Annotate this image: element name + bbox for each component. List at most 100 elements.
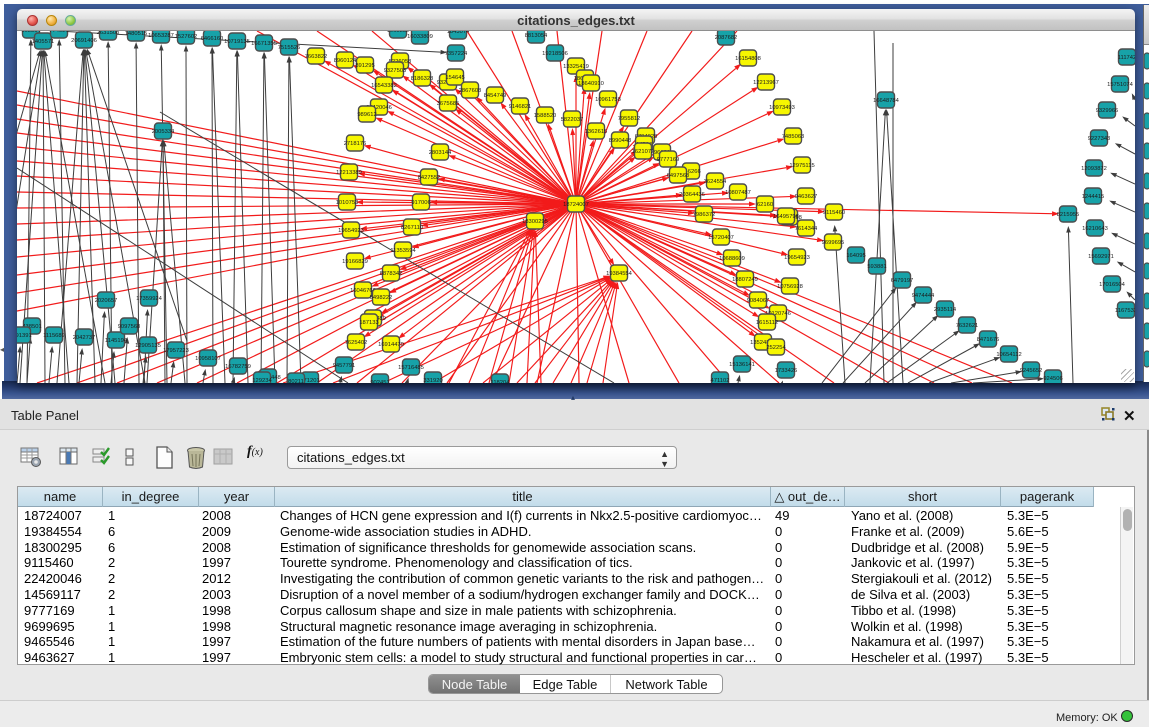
svg-text:16782759: 16782759 xyxy=(225,364,251,370)
svg-text:16210643: 16210643 xyxy=(1082,226,1108,232)
svg-text:17359924: 17359924 xyxy=(136,296,163,302)
svg-text:15136141: 15136141 xyxy=(729,362,755,368)
svg-text:18807249: 18807249 xyxy=(732,277,758,283)
svg-text:1115689: 1115689 xyxy=(43,333,65,339)
svg-text:10973493: 10973493 xyxy=(769,105,795,111)
svg-text:17016504: 17016504 xyxy=(1099,282,1126,288)
svg-text:6497568: 6497568 xyxy=(667,173,690,179)
svg-text:9457791: 9457791 xyxy=(333,363,356,369)
svg-text:7955812: 7955812 xyxy=(618,116,641,122)
svg-text:9245652: 9245652 xyxy=(1020,368,1043,374)
svg-text:1244415: 1244415 xyxy=(1082,194,1105,200)
svg-text:187133: 187133 xyxy=(359,320,378,326)
svg-text:16648784: 16648784 xyxy=(873,98,900,104)
svg-text:15751074: 15751074 xyxy=(1107,82,1134,88)
svg-text:15692971: 15692971 xyxy=(1088,254,1114,260)
svg-text:13325419: 13325419 xyxy=(563,64,589,70)
svg-text:10961758: 10961758 xyxy=(595,97,621,103)
svg-text:20691406: 20691406 xyxy=(71,38,97,44)
svg-text:12213389: 12213389 xyxy=(336,170,362,176)
svg-text:1733426: 1733426 xyxy=(775,368,798,374)
svg-text:5822037: 5822037 xyxy=(561,117,584,123)
svg-text:10688609: 10688609 xyxy=(719,256,745,262)
svg-text:252254: 252254 xyxy=(766,345,786,351)
svg-text:129234: 129234 xyxy=(252,378,272,383)
svg-text:391391: 391391 xyxy=(17,333,32,339)
svg-text:10958107: 10958107 xyxy=(195,356,221,362)
svg-text:2718176: 2718176 xyxy=(344,141,367,147)
svg-text:19654923: 19654923 xyxy=(338,228,364,234)
svg-text:111742: 111742 xyxy=(1118,55,1135,61)
svg-text:20364436: 20364436 xyxy=(679,192,705,198)
svg-text:7986372: 7986372 xyxy=(693,212,716,218)
svg-text:1480515: 1480515 xyxy=(125,31,148,37)
svg-text:9777169: 9777169 xyxy=(657,157,680,163)
svg-text:2042737: 2042737 xyxy=(73,335,96,341)
svg-text:8960124: 8960124 xyxy=(334,58,357,64)
svg-text:19654923: 19654923 xyxy=(784,255,810,261)
svg-text:154645: 154645 xyxy=(445,75,464,81)
svg-text:8813054: 8813054 xyxy=(525,33,548,39)
svg-text:989612: 989612 xyxy=(357,112,376,118)
svg-text:9329966: 9329966 xyxy=(1096,108,1119,114)
svg-text:8454749: 8454749 xyxy=(484,93,507,99)
svg-text:9474444: 9474444 xyxy=(912,293,935,299)
svg-text:1010753: 1010753 xyxy=(336,200,359,206)
svg-text:1167533: 1167533 xyxy=(1115,308,1135,314)
svg-text:7663822: 7663822 xyxy=(305,54,328,60)
svg-text:2935114: 2935114 xyxy=(934,307,957,313)
svg-text:19166829: 19166829 xyxy=(342,259,368,265)
svg-text:1588520: 1588520 xyxy=(534,113,557,119)
svg-text:902451: 902451 xyxy=(370,380,389,383)
svg-text:8427552: 8427552 xyxy=(418,175,441,181)
svg-text:16914479: 16914479 xyxy=(378,342,404,348)
svg-text:12975115: 12975115 xyxy=(789,163,814,169)
svg-text:7632621: 7632621 xyxy=(956,323,979,329)
svg-text:1065332: 1065332 xyxy=(387,31,410,34)
svg-text:1527602: 1527602 xyxy=(175,34,198,40)
svg-text:10654112: 10654112 xyxy=(996,352,1021,358)
svg-text:16543382: 16543382 xyxy=(371,83,397,89)
svg-text:1405571: 1405571 xyxy=(32,39,55,45)
svg-text:331920: 331920 xyxy=(423,378,442,383)
svg-text:18300295: 18300295 xyxy=(522,219,548,225)
svg-text:1362615: 1362615 xyxy=(585,129,608,135)
svg-text:7625402: 7625402 xyxy=(345,340,368,346)
svg-text:2803144: 2803144 xyxy=(429,150,452,156)
svg-text:2631508: 2631508 xyxy=(97,31,120,36)
svg-text:3675685: 3675685 xyxy=(437,101,460,107)
svg-text:2005334: 2005334 xyxy=(152,129,175,135)
svg-text:8471676: 8471676 xyxy=(977,337,1000,343)
svg-text:164095: 164095 xyxy=(846,253,865,259)
svg-text:12213967: 12213967 xyxy=(753,80,779,86)
svg-text:7614344: 7614344 xyxy=(795,226,818,232)
svg-text:8186328: 8186328 xyxy=(411,76,434,82)
svg-text:1145194: 1145194 xyxy=(105,338,128,344)
svg-text:16671355: 16671355 xyxy=(251,41,277,47)
svg-text:471102: 471102 xyxy=(711,378,730,383)
svg-text:917006: 917006 xyxy=(411,200,430,206)
svg-text:891295: 891295 xyxy=(355,63,374,69)
svg-text:8990448: 8990448 xyxy=(609,138,632,144)
svg-text:10807487: 10807487 xyxy=(725,190,751,196)
svg-text:7485063: 7485063 xyxy=(782,134,805,140)
svg-text:18724007: 18724007 xyxy=(563,202,589,208)
svg-text:8267110: 8267110 xyxy=(401,225,423,231)
svg-text:9084067: 9084067 xyxy=(747,298,770,304)
svg-text:15716485: 15716485 xyxy=(398,365,424,371)
svg-text:19218506: 19218506 xyxy=(542,51,568,57)
svg-text:6479197: 6479197 xyxy=(891,278,914,284)
svg-text:9146821: 9146821 xyxy=(509,104,532,110)
svg-text:10653287: 10653287 xyxy=(148,33,174,39)
svg-text:12093872: 12093872 xyxy=(1081,166,1107,172)
svg-text:9327503: 9327503 xyxy=(384,68,407,74)
svg-text:10756928: 10756928 xyxy=(777,284,803,290)
svg-text:6466160: 6466160 xyxy=(201,36,224,42)
svg-text:9097568: 9097568 xyxy=(118,324,141,330)
svg-text:1843074: 1843074 xyxy=(447,31,470,35)
svg-text:19384554: 19384554 xyxy=(606,271,633,277)
svg-text:9699695: 9699695 xyxy=(822,240,845,246)
svg-text:593881: 593881 xyxy=(867,264,886,270)
svg-text:16033809: 16033809 xyxy=(407,34,433,40)
svg-text:9227343: 9227343 xyxy=(1088,136,1111,142)
